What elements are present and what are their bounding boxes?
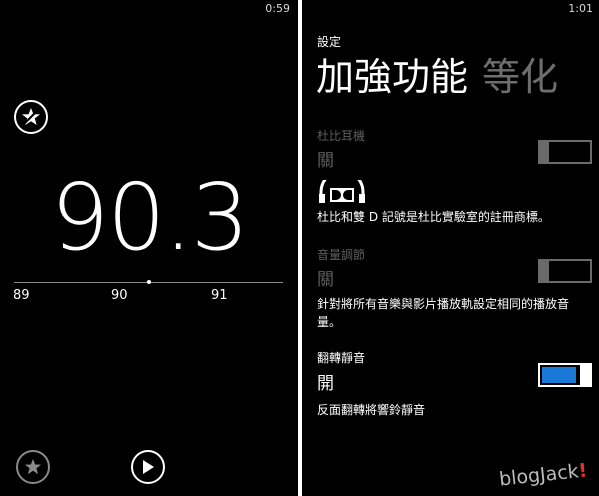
star-list-icon <box>22 108 40 125</box>
flip-to-mute-toggle[interactable] <box>538 363 592 387</box>
dolby-headphones-label: 杜比耳機 <box>317 129 366 143</box>
pivot-item-equalizer[interactable]: 等化 <box>482 55 558 99</box>
pivot-item-enhancements[interactable]: 加強功能 <box>316 55 468 99</box>
dolby-headphones-toggle[interactable] <box>538 140 592 164</box>
pivot-header: 加強功能 等化 <box>316 58 558 96</box>
section-header: 設定 <box>317 35 342 49</box>
frequency-display: 90.3 <box>50 164 250 271</box>
settings-screen: 1:01 設定 加強功能 等化 杜比耳機 關 杜比和雙 D 記號是杜比實驗室的註冊… <box>302 0 599 496</box>
watermark: blogJack! <box>498 459 588 490</box>
favorites-list-button[interactable] <box>14 100 48 134</box>
dolby-trademark-text: 杜比和雙 D 記號是杜比實驗室的註冊商標。 <box>317 210 550 224</box>
volume-leveling-state: 關 <box>317 270 334 290</box>
dial-tick-label: 91 <box>211 288 228 303</box>
add-favorite-button[interactable] <box>16 450 50 484</box>
fm-radio-screen: 0:59 90.3 89 90 91 <box>0 0 298 496</box>
flip-to-mute-label: 翻轉靜音 <box>317 351 366 365</box>
tuning-indicator[interactable] <box>147 280 151 284</box>
status-clock: 0:59 <box>265 2 290 15</box>
play-icon <box>143 460 154 474</box>
play-button[interactable] <box>131 450 165 484</box>
dolby-logo-icon <box>319 180 365 203</box>
dial-tick-label: 90 <box>111 288 128 303</box>
star-icon <box>24 458 42 475</box>
dolby-headphones-state: 關 <box>317 151 334 171</box>
volume-leveling-description: 針對將所有音樂與影片播放軌設定相同的播放音量。 <box>317 297 570 329</box>
volume-leveling-label: 音量調節 <box>317 248 366 262</box>
status-clock: 1:01 <box>568 2 593 15</box>
dial-tick-label: 89 <box>13 288 30 303</box>
flip-to-mute-description: 反面翻轉將響鈴靜音 <box>317 403 426 417</box>
watermark-text: blogJack <box>497 460 580 491</box>
volume-leveling-toggle[interactable] <box>538 259 592 283</box>
watermark-mark: ! <box>576 459 588 483</box>
flip-to-mute-state: 開 <box>317 374 334 394</box>
